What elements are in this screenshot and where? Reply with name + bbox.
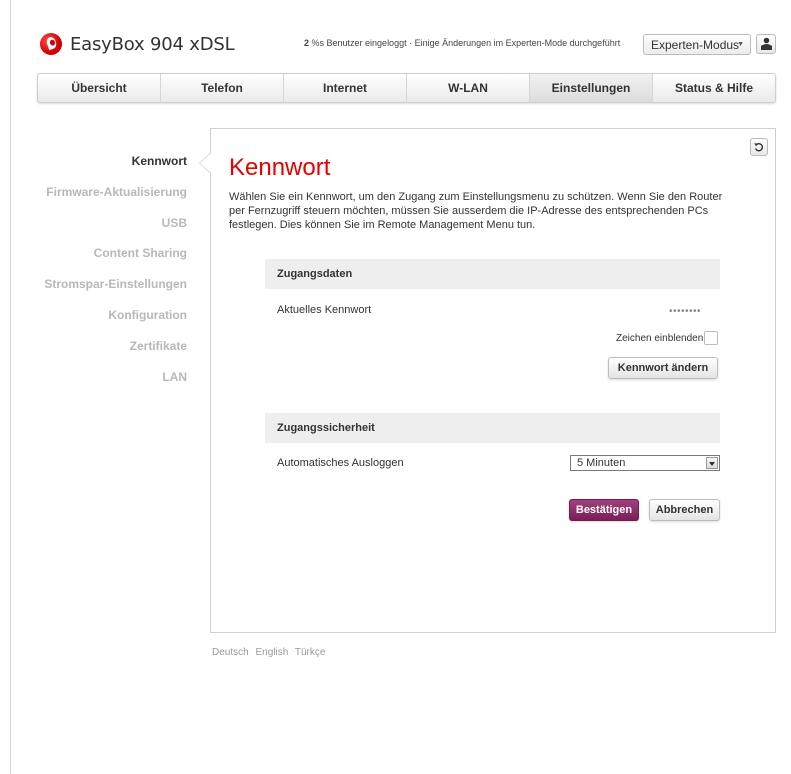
status-text: %s Benutzer eingeloggt · Einige Änderung… (309, 38, 621, 48)
reset-button[interactable] (750, 138, 768, 156)
show-chars-checkbox[interactable] (704, 331, 718, 345)
mode-select[interactable]: Experten-Modus ▼ (643, 34, 751, 55)
mode-select-value: Experten-Modus (651, 38, 740, 52)
section-heading-security: Zugangssicherheit (265, 413, 720, 443)
user-button[interactable] (756, 34, 776, 54)
auto-logout-label: Automatisches Ausloggen (277, 457, 404, 469)
user-icon (761, 37, 772, 50)
tab-phone[interactable]: Telefon (161, 74, 284, 102)
tab-overview[interactable]: Übersicht (38, 74, 161, 102)
undo-icon (754, 143, 764, 152)
tab-settings[interactable]: Einstellungen (530, 74, 653, 102)
tab-internet[interactable]: Internet (284, 74, 407, 102)
tab-status-help[interactable]: Status & Hilfe (653, 74, 775, 102)
show-chars-label: Zeichen einblenden (616, 333, 704, 344)
sidebar-item-content-sharing[interactable]: Content Sharing (94, 246, 187, 260)
main-nav-tabs: Übersicht Telefon Internet W-LAN Einstel… (37, 73, 776, 103)
sidebar-item-power-saving[interactable]: Stromspar-Einstellungen (44, 277, 187, 291)
tab-wlan[interactable]: W-LAN (407, 74, 530, 102)
auto-logout-select[interactable]: 5 Minuten (570, 455, 720, 471)
panel-pointer (199, 152, 211, 174)
sidebar-item-firmware[interactable]: Firmware-Aktualisierung (46, 185, 187, 199)
intro-text: Wählen Sie ein Kennwort, um den Zugang z… (229, 191, 723, 231)
current-password-field[interactable]: •••••••• (669, 306, 701, 317)
sidebar-item-configuration[interactable]: Konfiguration (108, 308, 187, 322)
dropdown-arrow-icon (706, 457, 718, 469)
auto-logout-value: 5 Minuten (577, 457, 626, 469)
sidebar-item-lan[interactable]: LAN (162, 370, 187, 384)
chevron-down-icon: ▼ (737, 41, 744, 48)
lang-link-turkce[interactable]: Türkçe (295, 647, 326, 658)
lang-link-english[interactable]: English (255, 647, 288, 658)
sidebar-item-certificates[interactable]: Zertifikate (130, 339, 187, 353)
section-heading-credentials: Zugangsdaten (265, 259, 720, 289)
page-title: Kennwort (229, 154, 331, 181)
page-border (10, 0, 11, 774)
vodafone-logo (40, 33, 62, 55)
lang-link-deutsch[interactable]: Deutsch (212, 647, 249, 658)
change-password-button[interactable]: Kennwort ändern (608, 357, 718, 379)
login-status: 2 %s Benutzer eingeloggt · Einige Änderu… (304, 38, 620, 48)
language-links: Deutsch English Türkçe (212, 647, 329, 658)
cancel-button[interactable]: Abbrechen (649, 499, 720, 521)
sidebar-item-usb[interactable]: USB (162, 216, 187, 230)
brand-title: EasyBox 904 xDSL (70, 34, 235, 55)
sidebar-item-password[interactable]: Kennwort (132, 154, 187, 168)
confirm-button[interactable]: Bestätigen (569, 499, 639, 521)
current-password-label: Aktuelles Kennwort (277, 304, 372, 316)
